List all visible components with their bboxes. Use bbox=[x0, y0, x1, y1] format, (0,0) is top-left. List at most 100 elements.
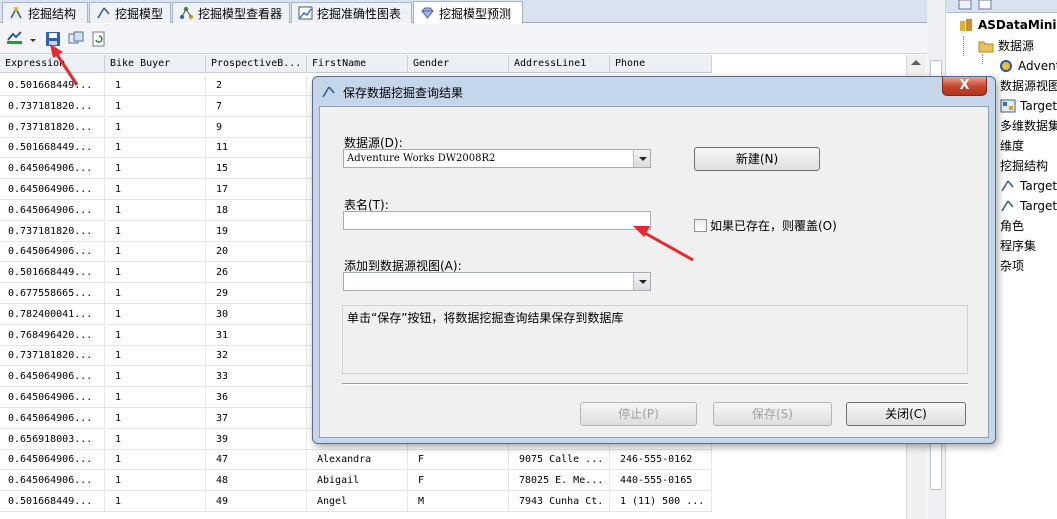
table-row[interactable]: 0.645064906... 1 47 Alexandra F 9075 Calle ..… bbox=[0, 450, 712, 471]
overwrite-checkbox[interactable] bbox=[694, 219, 707, 232]
result-view-icon bbox=[7, 31, 22, 44]
chevron-down-icon[interactable] bbox=[633, 150, 650, 167]
table-cell: 0.737181820... bbox=[0, 346, 105, 367]
switch-view-button[interactable] bbox=[6, 31, 22, 47]
table-cell: 0.501668449... bbox=[0, 138, 105, 159]
table-cell: 15 bbox=[206, 159, 307, 180]
table-cell: 1 bbox=[105, 138, 206, 159]
solution-tree-item[interactable]: 程序集 bbox=[1000, 236, 1036, 256]
column-header[interactable]: AddressLine1 bbox=[509, 55, 610, 73]
save-query-result-button[interactable] bbox=[45, 31, 61, 47]
table-row[interactable]: 0.645064906... 1 48 Abigail F 78025 E. Me... 4… bbox=[0, 471, 712, 492]
table-cell: 1 bbox=[105, 284, 206, 304]
close-button[interactable]: 关闭(C) bbox=[846, 402, 966, 426]
table-cell: 1 bbox=[105, 492, 206, 512]
solution-tree-item[interactable]: 数据源 bbox=[978, 36, 1034, 56]
table-cell: M bbox=[408, 492, 509, 512]
table-cell: 32 bbox=[206, 346, 307, 367]
table-cell: 20 bbox=[206, 242, 307, 263]
table-cell: 30 bbox=[206, 304, 307, 325]
table-cell: 1 bbox=[105, 325, 206, 346]
mining-structure-icon bbox=[9, 6, 24, 20]
dialog-close-button[interactable]: X bbox=[942, 77, 987, 96]
table-cell: 9 bbox=[206, 117, 307, 138]
column-header[interactable]: Expression bbox=[0, 55, 105, 73]
table-cell: 1 bbox=[105, 367, 206, 388]
table-cell: 1 bbox=[105, 221, 206, 242]
table-name-input[interactable] bbox=[343, 211, 651, 230]
column-header[interactable]: Phone bbox=[610, 55, 712, 73]
copy-button[interactable] bbox=[68, 31, 84, 47]
tree-item-label: 程序集 bbox=[1000, 239, 1037, 253]
solution-tree-item[interactable]: Advent bbox=[998, 56, 1057, 76]
mining-structure-icon bbox=[1000, 179, 1016, 193]
tree-item-label: Target bbox=[1020, 199, 1057, 213]
dialog-body: 数据源(D): Adventure Works DW2008R2 新建(N) 表… bbox=[319, 106, 989, 438]
dialog-titlebar[interactable]: 保存数据挖掘查询结果 bbox=[321, 82, 463, 102]
mining-model-icon bbox=[96, 6, 111, 20]
table-cell: 29 bbox=[206, 284, 307, 304]
table-cell: 0.645064906... bbox=[0, 242, 105, 263]
close-icon: X bbox=[959, 78, 970, 93]
table-cell: 1 bbox=[105, 96, 206, 117]
refresh-button[interactable] bbox=[91, 31, 107, 47]
table-cell: 36 bbox=[206, 388, 307, 408]
tree-line bbox=[963, 36, 964, 56]
tab-label: 挖掘结构 bbox=[28, 6, 77, 21]
dsv-select[interactable] bbox=[343, 272, 651, 291]
solution-tree-item[interactable]: Target bbox=[1000, 176, 1057, 196]
table-cell: 1 (11) 500 ... bbox=[610, 492, 712, 512]
project-node[interactable]: ASDataMinin bbox=[958, 15, 1057, 35]
solution-tree-item[interactable]: 维度 bbox=[1000, 136, 1024, 156]
table-cell: F bbox=[408, 450, 509, 471]
column-header[interactable]: Gender bbox=[408, 55, 509, 73]
copy-icon bbox=[68, 31, 84, 44]
table-cell: 0.501668449... bbox=[0, 263, 105, 284]
overwrite-label[interactable]: 如果已存在，则覆盖(O) bbox=[710, 217, 837, 234]
table-cell: 0.737181820... bbox=[0, 221, 105, 242]
tab-model-prediction[interactable]: 挖掘模型预测 bbox=[413, 1, 523, 24]
tab-mining-model[interactable]: 挖掘模型 bbox=[89, 2, 171, 23]
scroll-up-icon[interactable] bbox=[911, 60, 921, 65]
chevron-down-icon[interactable] bbox=[633, 273, 650, 290]
view-dropdown-button[interactable] bbox=[28, 31, 38, 47]
table-cell: Alexandra bbox=[307, 450, 408, 471]
column-header[interactable]: FirstName bbox=[307, 55, 408, 73]
column-header[interactable]: ProspectiveB... bbox=[206, 55, 307, 73]
table-cell: 0.645064906... bbox=[0, 180, 105, 200]
solution-tree-item[interactable]: 多维数据集 bbox=[1000, 116, 1057, 136]
table-cell: 0.656918003... bbox=[0, 429, 105, 450]
table-cell: 0.737181820... bbox=[0, 96, 105, 117]
table-cell: Angel bbox=[307, 492, 408, 512]
table-cell: 440-555-0165 bbox=[610, 471, 712, 492]
solution-tree-item[interactable]: Target bbox=[1000, 196, 1057, 216]
stop-button[interactable]: 停止(P) bbox=[580, 402, 697, 426]
solution-explorer-toolbar bbox=[946, 0, 1057, 13]
tab-accuracy-chart[interactable]: 挖掘准确性图表 bbox=[291, 2, 412, 23]
table-row[interactable]: 0.501668449... 1 49 Angel M 7943 Cunha Ct. 1 (… bbox=[0, 492, 712, 512]
tab-mining-structure[interactable]: 挖掘结构 bbox=[2, 2, 88, 23]
solution-tree-item[interactable]: 角色 bbox=[1000, 216, 1024, 236]
properties-icon[interactable] bbox=[958, 0, 972, 10]
solution-tree-item[interactable]: 数据源视图 bbox=[1000, 76, 1057, 96]
solution-tree-item[interactable]: 挖掘结构 bbox=[1000, 156, 1048, 176]
solution-tree-item[interactable]: 杂项 bbox=[1000, 256, 1024, 276]
datasource-select[interactable]: Adventure Works DW2008R2 bbox=[343, 149, 651, 168]
table-cell: 1 bbox=[105, 159, 206, 180]
table-cell: 0.645064906... bbox=[0, 450, 105, 471]
table-cell: 7943 Cunha Ct. bbox=[509, 492, 610, 512]
solution-tree-item[interactable]: Target bbox=[1000, 96, 1057, 116]
table-cell: 18 bbox=[206, 200, 307, 221]
tab-label: 挖掘模型查看器 bbox=[198, 6, 283, 21]
tree-item-label: 角色 bbox=[1000, 219, 1025, 233]
project-label: ASDataMinin bbox=[978, 18, 1057, 32]
save-button[interactable]: 保存(S) bbox=[713, 402, 832, 426]
table-cell: 78025 E. Me... bbox=[509, 471, 610, 492]
table-cell: 0.645064906... bbox=[0, 367, 105, 388]
column-header[interactable]: Bike Buyer bbox=[105, 55, 206, 73]
tree-item-label: Target bbox=[1020, 179, 1057, 193]
table-cell: 1 bbox=[105, 117, 206, 138]
tab-mining-viewer[interactable]: 挖掘模型查看器 bbox=[172, 2, 290, 23]
new-datasource-button[interactable]: 新建(N) bbox=[694, 147, 820, 171]
show-files-icon[interactable] bbox=[978, 0, 992, 10]
